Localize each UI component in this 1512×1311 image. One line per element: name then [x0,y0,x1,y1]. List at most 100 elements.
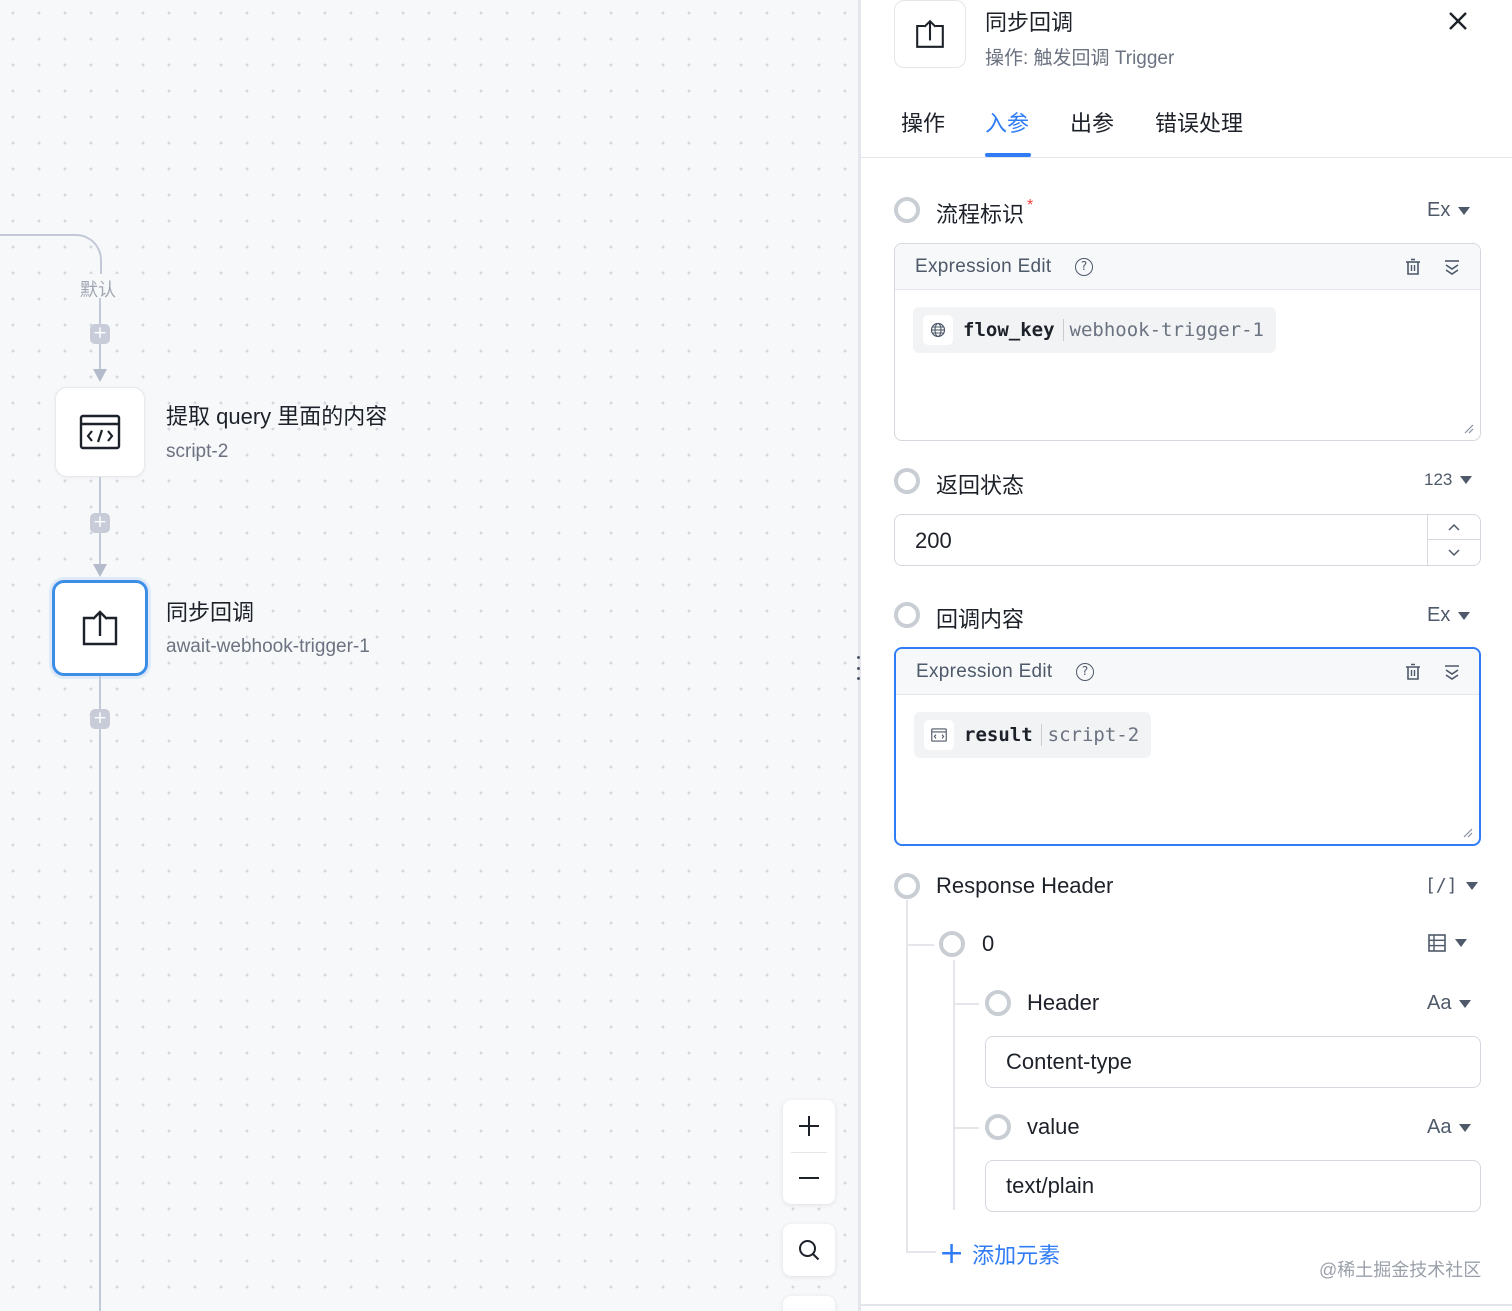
chip-value: script-2 [1047,724,1140,746]
table-icon [1428,934,1446,952]
caret-down-icon [1465,881,1478,890]
globe-icon [923,315,953,345]
field-toggle-radio[interactable] [985,990,1011,1016]
field-toggle-radio[interactable] [894,468,920,494]
zoom-in-button[interactable] [783,1100,835,1152]
branch-label: 默认 [78,274,118,304]
array-item-index: 0 [982,931,995,956]
panel-tabs: 操作 入参 出参 错误处理 [861,96,1512,158]
upload-icon [82,610,118,646]
expression-editor-header: Expression Edit ? [895,244,1480,290]
help-icon[interactable]: ? [1076,663,1094,681]
node-script-2[interactable] [55,387,145,477]
variable-chip[interactable]: result script-2 [914,712,1152,758]
caret-down-icon [1460,476,1473,484]
tab-operation[interactable]: 操作 [901,106,945,138]
expression-editor-title: Expression Edit [915,256,1052,277]
minus-icon [799,1177,819,1179]
add-element-button[interactable]: + 添加元素 [939,1238,1060,1270]
chip-value: webhook-trigger-1 [1069,319,1264,341]
resize-grip-icon[interactable] [1464,424,1474,434]
variable-chip[interactable]: flow_key webhook-trigger-1 [913,307,1276,353]
field-label-callback-content: 回调内容 [936,607,1025,632]
field-label-return-status: 返回状态 [936,473,1025,498]
tree-line [906,944,934,946]
panel-node-icon [894,0,966,68]
type-selector[interactable]: Ex [1427,199,1471,222]
type-selector[interactable]: 123 [1424,470,1473,490]
collapse-icon[interactable] [1442,257,1462,277]
collapse-icon[interactable] [1442,662,1462,682]
trash-icon[interactable] [1403,662,1423,682]
panel-title: 同步回调 [985,10,1074,35]
field-label-flow-id: 流程标识 * [936,197,1034,227]
add-node-button[interactable]: + [90,324,110,344]
help-icon[interactable]: ? [1075,258,1093,276]
chevron-down-icon [1448,548,1460,556]
field-label-header: Header [1027,990,1100,1015]
type-selector[interactable]: [/] [1425,875,1478,896]
resize-grip-icon[interactable] [1463,828,1473,838]
plus-icon [799,1116,819,1136]
canvas-tool-button[interactable] [783,1296,835,1311]
fit-view-button[interactable] [783,1224,835,1276]
arrow-down-icon [93,369,107,382]
number-stepper [1427,515,1480,565]
return-status-value: 200 [915,528,952,553]
return-status-input[interactable]: 200 [894,514,1481,566]
caret-down-icon [1458,611,1471,620]
caret-down-icon [1458,206,1471,215]
watermark: @稀土掘金技术社区 [1319,1260,1482,1280]
chip-separator [1062,319,1064,341]
value-input[interactable]: text/plain [985,1160,1481,1212]
field-label-response-header: Response Header [936,873,1114,898]
decrement-button[interactable] [1428,540,1480,565]
increment-button[interactable] [1428,515,1480,540]
field-label-value: value [1027,1114,1080,1139]
zoom-out-button[interactable] [783,1152,835,1204]
close-icon [1449,12,1467,30]
chip-key: flow_key [963,319,1055,341]
tab-input-params[interactable]: 入参 [985,106,1029,138]
type-selector[interactable]: Ex [1427,604,1471,627]
expression-editor-callback-content[interactable]: Expression Edit ? result script-2 [894,647,1481,846]
required-mark: * [1027,197,1034,214]
field-toggle-radio[interactable] [939,931,965,957]
field-toggle-radio[interactable] [894,602,920,628]
add-node-button[interactable]: + [90,709,110,729]
upload-icon [916,19,944,48]
chip-separator [1040,724,1042,746]
flow-canvas[interactable]: 默认 + 提取 query 里面的内容 script-2 + 同步回调 awai… [0,0,858,1311]
tree-line [953,1127,979,1129]
tab-error-handling[interactable]: 错误处理 [1155,106,1243,138]
tab-output-params[interactable]: 出参 [1070,106,1114,138]
code-icon [924,720,954,750]
node-title: 同步回调 [166,600,255,625]
caret-down-icon [1459,1123,1472,1132]
field-toggle-radio[interactable] [894,197,920,223]
tree-line [906,1251,936,1253]
type-selector[interactable]: Aa [1427,1116,1472,1139]
active-tab-indicator [985,153,1031,157]
field-toggle-radio[interactable] [894,873,920,899]
node-await-webhook-trigger-1[interactable] [52,580,148,676]
header-input[interactable]: Content-type [985,1036,1481,1088]
zoom-controls [783,1100,835,1204]
node-subtitle: await-webhook-trigger-1 [166,636,370,657]
type-selector[interactable] [1427,933,1467,953]
expression-editor-title: Expression Edit [916,661,1053,682]
type-selector[interactable]: Aa [1427,992,1472,1015]
close-button[interactable] [1445,8,1471,34]
plus-icon: + [939,1236,965,1271]
code-icon [79,414,121,450]
panel-subtitle: 操作: 触发回调 Trigger [985,48,1175,69]
search-icon [799,1240,820,1261]
expression-editor-flow-id[interactable]: Expression Edit ? flow_key webhook-trigg… [894,243,1481,441]
expression-editor-header: Expression Edit ? [896,649,1479,695]
caret-down-icon [1459,999,1472,1008]
tree-line [906,900,908,1252]
trash-icon[interactable] [1403,257,1423,277]
field-toggle-radio[interactable] [985,1114,1011,1140]
add-node-button[interactable]: + [90,513,110,533]
arrow-down-icon [93,564,107,577]
